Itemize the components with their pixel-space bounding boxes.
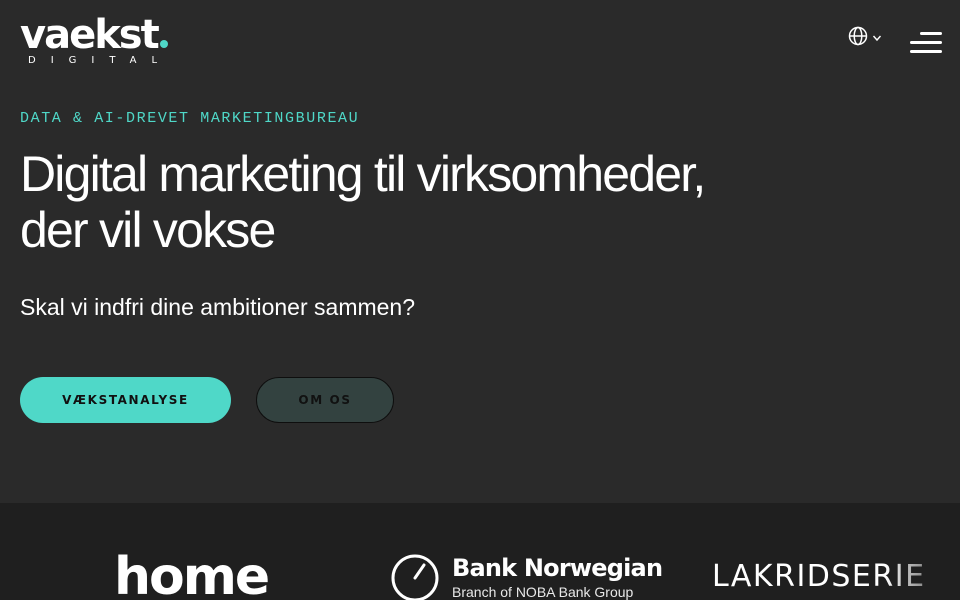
headline-line-1: Digital marketing til virksomheder, (20, 146, 706, 202)
vaekst-digital-logo[interactable]: vaekst DIGITAL (20, 14, 172, 66)
bank-name: Bank Norwegian (452, 554, 663, 582)
hero-headline: Digital marketing til virksomheder, der … (20, 146, 840, 258)
lakrids-logo: LAKRIDSERIE (712, 559, 926, 594)
home-logo: home (114, 547, 270, 600)
hero-eyebrow: DATA & AI-DREVET MARKETINGBUREAU (20, 110, 360, 127)
dial-icon (390, 553, 440, 600)
headline-line-2: der vil vokse (20, 202, 276, 258)
about-us-button[interactable]: OM OS (256, 377, 394, 423)
logo-subtitle: DIGITAL (28, 55, 173, 66)
growth-analysis-button[interactable]: VÆKSTANALYSE (20, 377, 231, 423)
language-selector[interactable] (848, 26, 882, 51)
hamburger-menu-icon[interactable] (908, 32, 942, 54)
logo-dot (159, 40, 168, 48)
bank-subtitle: Branch of NOBA Bank Group (452, 584, 634, 600)
bank-norwegian-logo: Bank Norwegian Branch of NOBA Bank Group (390, 553, 663, 600)
logo-wordmark: vaekst (20, 12, 160, 58)
chevron-down-icon (872, 30, 882, 48)
client-logo-strip: home Bank Norwegian Branch of NOBA Bank … (0, 503, 960, 600)
site-header: vaekst DIGITAL (0, 0, 960, 90)
hero-subline: Skal vi indfri dine ambitioner sammen? (20, 294, 416, 320)
globe-icon (848, 26, 868, 51)
